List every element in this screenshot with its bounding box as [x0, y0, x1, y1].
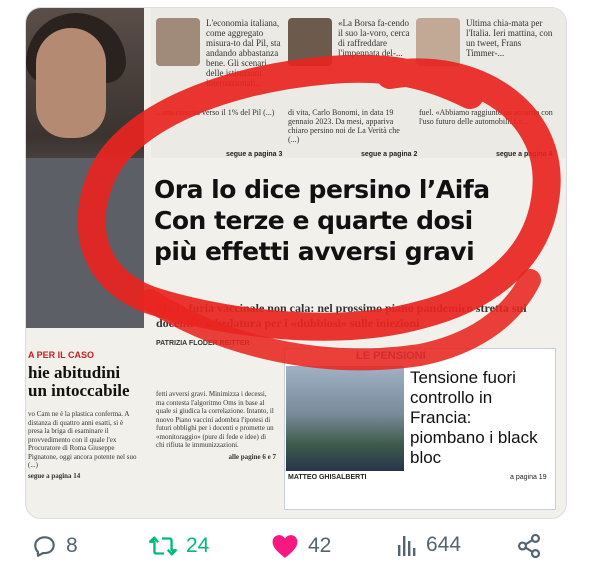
column-text: di vita, Carlo Bonomi, in data 19 gennai… [288, 108, 400, 144]
article-text: vo Cam ne è la plastica conferma. A dist… [28, 410, 137, 469]
reply-button[interactable]: 8 [32, 533, 78, 559]
views-button[interactable]: 644 [396, 533, 461, 557]
headline-line: più effetti avversi gravi [154, 237, 475, 266]
headline-line: Ora lo dice persino l’Aifa [154, 175, 490, 204]
portrait-thumbnail [156, 18, 200, 66]
column-text: ...una crescita verso il 1% del Pil (...… [156, 108, 275, 117]
like-button[interactable]: 42 [270, 533, 331, 559]
share-button[interactable] [516, 533, 542, 559]
reply-count: 8 [66, 534, 78, 557]
column-text: L'economia italiana, come aggregato misu… [206, 18, 281, 88]
page-reference: segue a pagina 14 [28, 471, 81, 480]
article-title: hie abitudini un intoccabile [28, 363, 130, 400]
like-count: 42 [308, 534, 332, 557]
page-reference: alle pagine 6 e 7 [228, 452, 276, 461]
portrait-thumbnail [416, 18, 460, 66]
views-count: 644 [426, 533, 462, 556]
page-reference: segue a pagina 2 [361, 151, 418, 158]
views-icon [398, 536, 416, 556]
subheadline: Ma la furia vaccinale non cala: nel pros… [156, 301, 527, 330]
byline: PATRIZIA FLODER REITTER [156, 340, 250, 347]
section-kicker: A PER IL CASO [28, 350, 95, 360]
article-title: Tensione fuori controllo in Francia: pio… [410, 368, 538, 467]
column-text: «La Borsa fa-cendo il suo la-voro, cerca… [338, 18, 410, 58]
tweet-action-bar: 8 24 42 644 [0, 525, 589, 571]
page-reference: segue a pagina 4 [496, 151, 553, 158]
column-text: fuel. «Abbiamo raggiunto un accordo con … [419, 108, 553, 126]
repost-icon [148, 536, 178, 556]
byline: MATTEO GHISALBERTI [288, 474, 367, 481]
heart-icon [272, 535, 298, 558]
article-body: vo Cam ne è la plastica conferma. A dist… [28, 410, 138, 480]
column-text: Ultima chia-mata per l'Italia. Ieri matt… [466, 18, 553, 58]
protest-photo [286, 366, 404, 471]
portrait-photo [26, 8, 144, 328]
tweet-image[interactable]: L'economia italiana, come aggregato misu… [25, 7, 567, 519]
page-reference: segue a pagina 3 [226, 151, 283, 158]
portrait-thumbnail [288, 18, 332, 66]
main-headline: Ora lo dice persino l’Aifa Con terze e q… [154, 174, 554, 267]
headline-line: Con terze e quarte dosi [154, 206, 473, 235]
section-kicker: LE PENSIONI [356, 350, 426, 362]
article-text: fetti avversi gravi. Minimizza i decessi… [156, 390, 274, 449]
page-reference: a pagina 19 [510, 474, 547, 481]
repost-button[interactable]: 24 [148, 533, 209, 559]
article-body: fetti avversi gravi. Minimizza i decessi… [156, 390, 276, 461]
reply-icon [34, 536, 55, 557]
share-icon [517, 533, 541, 559]
repost-count: 24 [186, 534, 210, 557]
